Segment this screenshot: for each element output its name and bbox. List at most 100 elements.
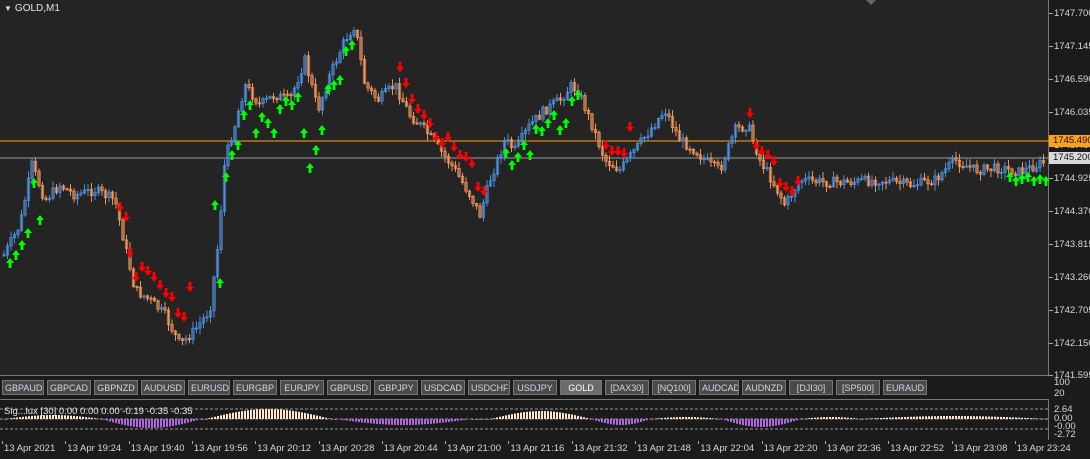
candlestick-chart [0,27,1049,346]
buy-arrow-icon [36,215,44,225]
osc-bar [163,419,165,428]
osc-bar [604,419,606,424]
osc-bar [805,418,807,419]
osc-bar [343,419,345,421]
buy-arrow-icon [6,258,14,268]
osc-bar [787,419,789,423]
symbol-button-eurgbp[interactable]: EURGBP [233,379,277,395]
symbol-button-euraud[interactable]: EURAUD [883,379,927,395]
price-tick [1049,79,1053,80]
symbol-button-dji30[interactable]: [DJI30] [789,379,833,395]
symbol-button-gold[interactable]: GOLD [560,379,602,395]
osc-bar [148,419,150,428]
osc-bar [868,418,870,420]
time-axis[interactable]: 13 Apr 2021 13 Apr 19:24 13 Apr 19:40 13 Ap… [0,441,1071,459]
symbol-button-gbpcad[interactable]: GBPCAD [47,379,91,395]
osc-bar [1006,417,1008,419]
osc-bar [238,411,240,419]
osc-bar [415,419,417,425]
osc-scale-top: 100 [1054,377,1070,388]
buy-arrow-icon [532,124,540,134]
osc-bar [610,419,612,425]
osc-bar [880,418,882,419]
osc-bar [337,419,339,420]
osc-bar [595,419,597,421]
osc-bar [94,418,96,419]
osc-bar [544,411,546,419]
osc-bar [205,419,207,420]
osc-bar [463,419,465,420]
osc-bar [997,416,999,419]
shift-marker-icon[interactable] [866,0,876,5]
symbol-button-gbpjpy[interactable]: GBPJPY [374,379,418,395]
osc-bar [529,411,531,419]
osc-bar [814,417,816,419]
price-tick [1049,13,1053,14]
buy-arrow-icon [276,104,284,114]
price-label: 1742.150 [1054,338,1090,349]
time-tick [128,441,130,444]
symbol-button-audusd[interactable]: AUDUSD [141,379,185,395]
osc-bar [580,416,582,419]
osc-bar [781,419,783,425]
osc-bar [547,411,549,419]
oscillator-panel[interactable]: Sig...lux [30] 0.00 0.00 0.00 -0.19 -0.3… [0,399,1049,440]
osc-bar [493,418,495,419]
price-tick [1049,375,1053,376]
osc-bar [745,419,747,426]
sell-arrow-icon [474,182,482,192]
symbol-button-usdchf[interactable]: USDCHF [468,379,510,395]
symbol-button-sp500[interactable]: [SP500] [836,379,880,395]
osc-bar [160,419,162,428]
osc-bar [115,419,117,424]
main-price-panel[interactable]: ▼ GOLD,M1 [0,0,1049,376]
osc-bar [1045,418,1047,420]
symbol-button-gbpaud[interactable]: GBPAUD [2,379,44,395]
symbol-button-nq100[interactable]: [NQ100] [652,379,696,395]
osc-bar [100,419,102,420]
osc-bar [373,419,375,424]
osc-bar [1015,417,1017,419]
sell-arrow-icon [450,142,458,152]
symbol-button-eurusd[interactable]: EURUSD [188,379,230,395]
symbol-button-gbpnzd[interactable]: GBPNZD [94,379,138,395]
osc-bar [196,419,198,421]
sell-arrow-icon [186,282,195,292]
osc-bar [7,418,9,420]
osc-bar [883,417,885,419]
osc-bar [304,412,306,419]
chart-window[interactable]: ▼ GOLD,M1 1747.700 1747.145 1746.590 1746.0… [0,0,1090,459]
symbol-button-audcad[interactable]: AUDCAD [699,379,739,395]
osc-bar [976,416,978,419]
osc-bar [733,419,735,423]
time-label: 13 Apr 2021 [4,443,56,454]
osc-bar [922,416,924,419]
osc-bar [673,417,675,419]
symbol-button-audnzd[interactable]: AUDNZD [742,379,786,395]
osc-bar [193,419,195,421]
chart-menu-arrow-icon[interactable]: ▼ [4,4,12,13]
osc-bar [634,419,636,424]
osc-bar [145,419,147,428]
osc-bar [112,419,114,423]
osc-bar [436,419,438,424]
osc-bar [718,418,720,420]
symbol-button-usdjpy[interactable]: USDJPY [513,379,557,395]
osc-bar [283,409,285,419]
osc-bar [154,419,156,428]
osc-bar [898,417,900,419]
symbol-button-usdcad[interactable]: USDCAD [421,379,465,395]
osc-bar [823,417,825,419]
osc-bar [835,417,837,419]
symbol-button-gbpusd[interactable]: GBPUSD [327,379,371,395]
osc-bar [424,419,426,425]
osc-bar [331,419,333,420]
osc-bar [103,419,105,420]
osc-bar [1033,418,1035,419]
symbol-button-eurjpy[interactable]: EURJPY [280,379,324,395]
osc-bar [19,417,21,419]
osc-bar [253,409,255,419]
osc-bar [763,419,765,427]
symbol-button-dax30[interactable]: [DAX30] [605,379,649,395]
osc-bar [229,413,231,419]
